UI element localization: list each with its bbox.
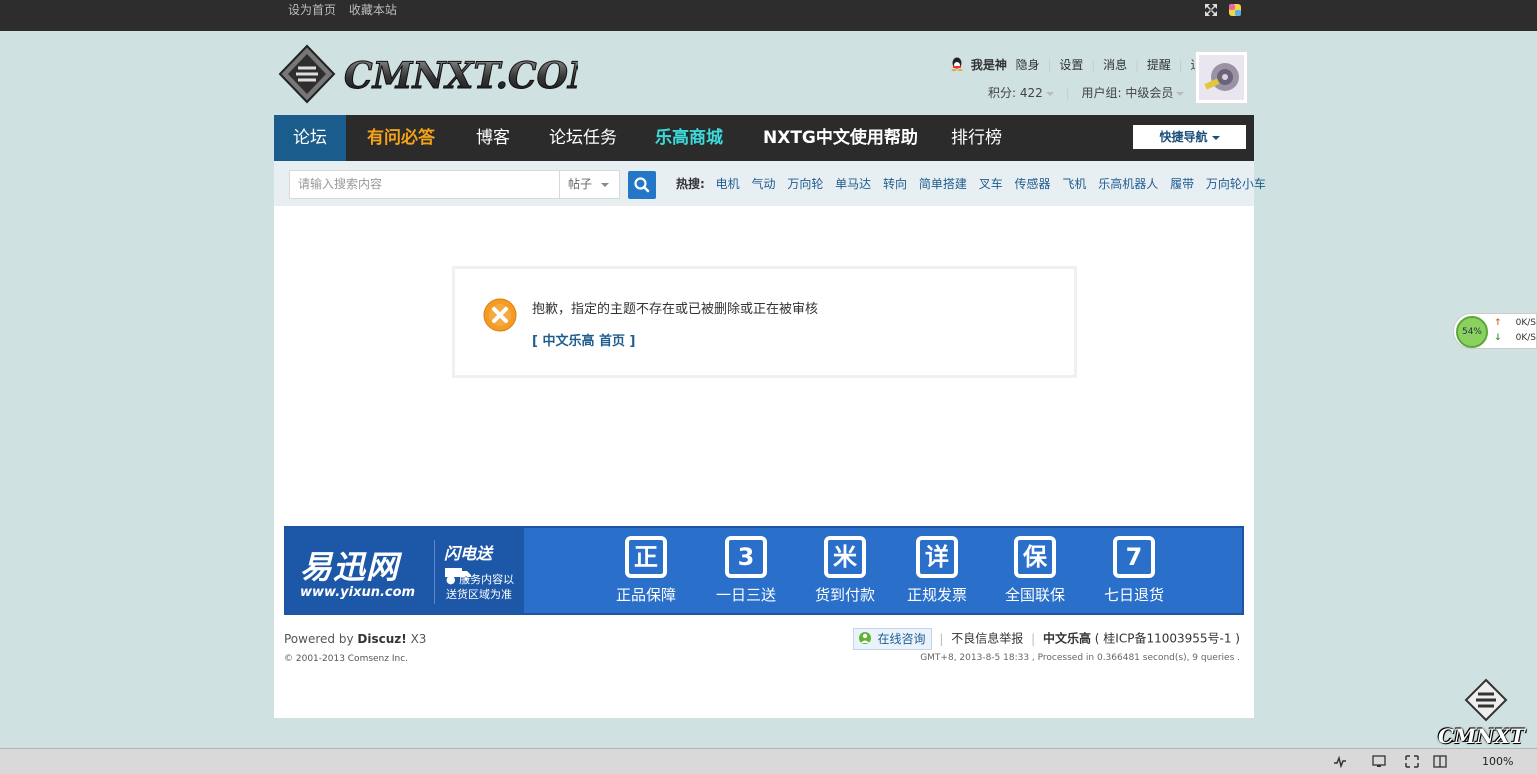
download-speed: ↓ 0K/S <box>1494 333 1536 343</box>
banner-feature-invoice: 详 正规发票 <box>897 536 977 605</box>
divider <box>434 540 435 604</box>
network-speed-widget[interactable]: 54% ↑ 0K/S ↓ 0K/S <box>1453 313 1537 349</box>
avatar[interactable] <box>1195 51 1248 104</box>
hot-term[interactable]: 单马达 <box>835 177 871 191</box>
bookmark-link[interactable]: 收藏本站 <box>349 3 397 17</box>
hot-term[interactable]: 万向轮小车 <box>1206 177 1266 191</box>
arrow-down-icon: ↓ <box>1494 333 1502 343</box>
banner-url: www.yixun.com <box>300 585 416 600</box>
footer-copyright: © 2001-2013 Comsenz Inc. <box>284 654 409 664</box>
set-home-link[interactable]: 设为首页 <box>288 3 336 17</box>
browser-status-bar: 100% <box>0 748 1537 774</box>
zoom-level[interactable]: 100% <box>1482 755 1513 768</box>
banner-feature-three-deliveries: 3 一日三送 <box>706 536 786 605</box>
watermark: CMNXT <box>1436 678 1536 748</box>
hot-term[interactable]: 简单搭建 <box>919 177 967 191</box>
nav-item-forum[interactable]: 论坛 <box>274 115 346 161</box>
search-type-select[interactable]: 帖子 <box>559 170 620 199</box>
ad-banner[interactable]: 易迅网 www.yixun.com 闪电送 ● 服务内容以 送货区域为准 正 正… <box>284 526 1244 615</box>
home-link[interactable]: [ 中文乐高 首页 ] <box>532 330 635 349</box>
icp-link[interactable]: ( 桂ICP备11003955号-1 ) <box>1095 632 1240 646</box>
split-view-icon[interactable] <box>1433 755 1447 768</box>
footer-links: 在线咨询 | 不良信息举报 | 中文乐高 ( 桂ICP备11003955号-1 … <box>852 628 1240 650</box>
main-content: 抱歉，指定的主题不存在或已被删除或正在被审核 [ 中文乐高 首页 ] 易迅网 w… <box>274 206 1254 718</box>
hot-search: 热搜: 电机 气动 万向轮 单马达 转向 简单搭建 叉车 传感器 飞机 乐高机器… <box>676 175 1274 192</box>
banner-note: ● 服务内容以 送货区域为准 <box>446 573 515 601</box>
speed-percent: 54% <box>1456 316 1488 348</box>
banner-feature-returns: 7 七日退货 <box>1094 536 1174 605</box>
hot-term[interactable]: 传感器 <box>1015 177 1051 191</box>
user-stats: 积分: 422 | 用户组: 中级会员 <box>988 84 1185 101</box>
user-link-messages[interactable]: 消息 <box>1103 58 1127 72</box>
screen-icon[interactable] <box>1372 755 1386 768</box>
hot-search-label: 热搜: <box>676 177 705 191</box>
hot-term[interactable]: 万向轮 <box>787 177 823 191</box>
arrow-up-icon: ↑ <box>1494 318 1502 328</box>
banner-feature-genuine: 正 正品保障 <box>606 536 686 605</box>
error-message: 抱歉，指定的主题不存在或已被删除或正在被审核 <box>532 302 819 317</box>
hot-term[interactable]: 履带 <box>1170 177 1194 191</box>
fullscreen-icon[interactable] <box>1405 755 1419 768</box>
user-link-settings[interactable]: 设置 <box>1059 58 1083 72</box>
watermark-logo-icon <box>1464 678 1508 722</box>
nav-item-blog[interactable]: 博客 <box>476 115 510 161</box>
top-bar: 设为首页 收藏本站 <box>0 0 1537 31</box>
hot-term[interactable]: 气动 <box>751 177 775 191</box>
fullscreen-icon[interactable] <box>1204 3 1218 17</box>
chevron-down-icon <box>1211 135 1220 140</box>
separator: | <box>1091 58 1096 72</box>
search-button[interactable] <box>628 171 656 199</box>
quick-nav-button[interactable]: 快捷导航 <box>1133 125 1246 149</box>
nav-item-nxtg-help[interactable]: NXTG中文使用帮助 <box>763 115 918 161</box>
separator: | <box>1047 58 1052 72</box>
user-links: 我是神 隐身 | 设置 | 消息 | 提醒 | 退出 <box>950 56 1215 73</box>
hot-term[interactable]: 转向 <box>883 177 907 191</box>
activity-icon[interactable] <box>1333 755 1347 768</box>
banner-feature-warranty: 保 全国联保 <box>995 536 1075 605</box>
qq-icon <box>951 57 963 71</box>
nav-item-lego-mall[interactable]: 乐高商城 <box>655 115 723 161</box>
nav-item-tasks[interactable]: 论坛任务 <box>549 115 617 161</box>
main-nav: 论坛 有问必答 博客 论坛任务 乐高商城 NXTG中文使用帮助 排行榜 快捷导航 <box>274 115 1254 161</box>
hot-term[interactable]: 飞机 <box>1062 177 1086 191</box>
hot-term[interactable]: 电机 <box>716 177 740 191</box>
search-bar: 请输入搜索内容 帖子 热搜: 电机 气动 万向轮 单马达 转向 简单搭建 叉车 … <box>274 161 1266 206</box>
banner-brand: 易迅网 <box>300 548 400 586</box>
user-link-reminders[interactable]: 提醒 <box>1147 58 1171 72</box>
banner-feature-cod: 米 货到付款 <box>805 536 885 605</box>
site-name-link[interactable]: 中文乐高 <box>1043 632 1091 646</box>
search-input[interactable]: 请输入搜索内容 <box>289 170 560 199</box>
user-group-dropdown[interactable]: 用户组: 中级会员 <box>1081 86 1185 100</box>
footer-stats: GMT+8, 2013-8-5 18:33 , Processed in 0.3… <box>920 653 1240 663</box>
report-link[interactable]: 不良信息举报 <box>951 632 1023 646</box>
error-icon <box>483 298 517 332</box>
points-dropdown[interactable]: 积分: 422 <box>988 86 1054 100</box>
theme-icon[interactable] <box>1228 3 1242 17</box>
nav-item-qa[interactable]: 有问必答 <box>367 115 435 161</box>
search-icon <box>634 177 650 193</box>
separator: | <box>939 631 944 646</box>
chat-icon <box>858 632 871 644</box>
footer-powered-by: Powered by Discuz! X3 <box>284 632 427 646</box>
chevron-down-icon <box>601 183 609 187</box>
nav-item-ranking[interactable]: 排行榜 <box>951 115 1002 161</box>
hot-term[interactable]: 叉车 <box>979 177 1003 191</box>
site-logo[interactable]: CMNXT.COM <box>278 44 578 104</box>
separator: | <box>1134 58 1139 72</box>
banner-brand-area: 易迅网 www.yixun.com 闪电送 ● 服务内容以 送货区域为准 <box>286 528 524 613</box>
separator: | <box>1031 631 1036 646</box>
error-alert: 抱歉，指定的主题不存在或已被删除或正在被审核 [ 中文乐高 首页 ] <box>452 266 1077 378</box>
top-links: 设为首页 收藏本站 <box>288 1 406 18</box>
discuz-link[interactable]: Discuz! <box>357 632 406 646</box>
user-link-invisible[interactable]: 隐身 <box>1016 58 1040 72</box>
avatar-image <box>1199 55 1244 100</box>
separator: | <box>1178 58 1183 72</box>
svg-text:CMNXT.COM: CMNXT.COM <box>344 55 578 97</box>
hot-term[interactable]: 乐高机器人 <box>1098 177 1158 191</box>
separator: | <box>1065 86 1070 100</box>
upload-speed: ↑ 0K/S <box>1494 318 1536 328</box>
username[interactable]: 我是神 <box>971 58 1007 72</box>
online-consult-button[interactable]: 在线咨询 <box>852 628 932 650</box>
